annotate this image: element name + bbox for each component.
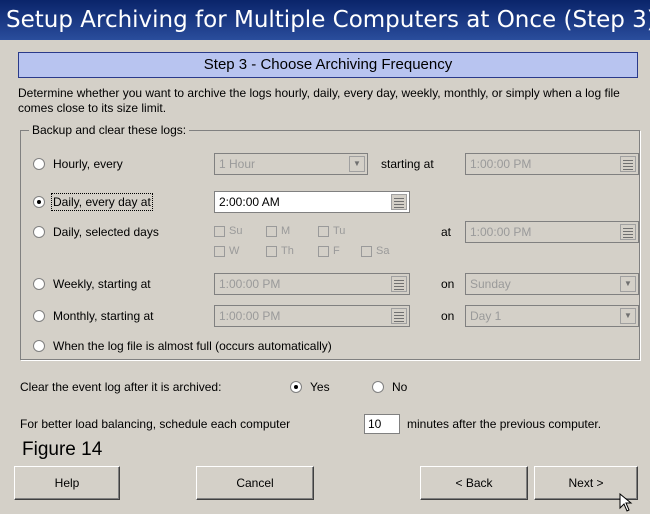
day-checkbox-th[interactable]: Th xyxy=(266,245,294,257)
mouse-cursor-icon xyxy=(619,493,633,512)
hourly-starting-label: starting at xyxy=(381,157,434,171)
clear-yes-radio[interactable]: Yes xyxy=(290,380,330,394)
clear-yes-radio-button[interactable] xyxy=(290,381,302,393)
clear-no-label: No xyxy=(392,380,408,394)
hourly-start-time[interactable]: 1:00:00 PM xyxy=(465,153,639,175)
monthly-label: Monthly, starting at xyxy=(53,309,154,323)
daily-every-radio[interactable]: Daily, every day at xyxy=(33,193,153,211)
daily-selected-radio[interactable]: Daily, selected days xyxy=(33,225,159,239)
daily-time-input[interactable]: 2:00:00 AM xyxy=(214,191,410,213)
daily-selected-radio-button[interactable] xyxy=(33,226,45,238)
weekly-day-value: Sunday xyxy=(470,277,511,291)
clear-no-radio-button[interactable] xyxy=(372,381,384,393)
weekly-radio-button[interactable] xyxy=(33,278,45,290)
spinner-icon[interactable] xyxy=(391,194,407,210)
group-legend: Backup and clear these logs: xyxy=(29,123,190,137)
daily-selected-time[interactable]: 1:00:00 PM xyxy=(465,221,639,243)
spinner-icon[interactable] xyxy=(620,156,636,172)
monthly-time[interactable]: 1:00:00 PM xyxy=(214,305,410,327)
monthly-radio-button[interactable] xyxy=(33,310,45,322)
hourly-radio[interactable]: Hourly, every xyxy=(33,157,123,171)
day-checkbox-w[interactable]: W xyxy=(214,245,239,257)
day-checkbox-su[interactable]: Su xyxy=(214,225,242,237)
figure-caption: Figure 14 xyxy=(22,439,103,460)
day-checkbox-sa[interactable]: Sa xyxy=(361,245,389,257)
monthly-radio[interactable]: Monthly, starting at xyxy=(33,309,154,323)
spinner-icon[interactable] xyxy=(391,308,407,324)
when-full-radio-button[interactable] xyxy=(33,340,45,352)
hourly-interval-value: 1 Hour xyxy=(219,157,256,171)
weekly-time[interactable]: 1:00:00 PM xyxy=(214,273,410,295)
spinner-icon[interactable] xyxy=(391,276,407,292)
daily-selected-at-label: at xyxy=(441,225,452,239)
weekly-time-value: 1:00:00 PM xyxy=(219,277,281,291)
window-title: Setup Archiving for Multiple Computers a… xyxy=(0,0,650,40)
back-button[interactable]: < Back xyxy=(420,466,528,500)
weekly-label: Weekly, starting at xyxy=(53,277,151,291)
monthly-day-select[interactable]: Day 1 ▼ xyxy=(465,305,639,327)
minutes-input[interactable]: 10 xyxy=(364,414,400,434)
weekly-day-select[interactable]: Sunday ▼ xyxy=(465,273,639,295)
help-button[interactable]: Help xyxy=(14,466,120,500)
chevron-down-icon[interactable]: ▼ xyxy=(620,308,636,324)
description-text: Determine whether you want to archive th… xyxy=(18,86,620,115)
monthly-on-label: on xyxy=(441,309,455,323)
daily-time-value: 2:00:00 AM xyxy=(219,195,280,209)
hourly-label: Hourly, every xyxy=(53,157,123,171)
cancel-button[interactable]: Cancel xyxy=(196,466,314,500)
daily-every-label: Daily, every day at xyxy=(51,193,153,211)
weekly-on-label: on xyxy=(441,277,455,291)
daily-selected-time-value: 1:00:00 PM xyxy=(470,225,532,239)
hourly-start-time-value: 1:00:00 PM xyxy=(470,157,532,171)
backup-options-group: Backup and clear these logs: Hourly, eve… xyxy=(20,123,640,360)
step-title: Step 3 - Choose Archiving Frequency xyxy=(18,52,638,78)
monthly-time-value: 1:00:00 PM xyxy=(219,309,281,323)
monthly-day-value: Day 1 xyxy=(470,309,502,323)
chevron-down-icon[interactable]: ▼ xyxy=(349,156,365,172)
spinner-icon[interactable] xyxy=(620,224,636,240)
daily-selected-label: Daily, selected days xyxy=(53,225,159,239)
balancing-prefix: For better load balancing, schedule each… xyxy=(20,417,291,431)
clear-yes-label: Yes xyxy=(310,380,330,394)
daily-every-radio-button[interactable] xyxy=(33,196,45,208)
balancing-suffix: minutes after the previous computer. xyxy=(407,417,602,431)
clear-no-radio[interactable]: No xyxy=(372,380,407,394)
chevron-down-icon[interactable]: ▼ xyxy=(620,276,636,292)
hourly-interval-select[interactable]: 1 Hour ▼ xyxy=(214,153,368,175)
day-checkbox-m[interactable]: M xyxy=(266,225,290,237)
clear-log-label: Clear the event log after it is archived… xyxy=(20,380,222,394)
day-checkbox-tu[interactable]: Tu xyxy=(318,225,345,237)
when-full-radio[interactable]: When the log file is almost full (occurs… xyxy=(33,339,332,353)
when-full-label: When the log file is almost full (occurs… xyxy=(53,339,332,353)
weekly-radio[interactable]: Weekly, starting at xyxy=(33,277,151,291)
hourly-radio-button[interactable] xyxy=(33,158,45,170)
day-checkbox-f[interactable]: F xyxy=(318,245,340,257)
